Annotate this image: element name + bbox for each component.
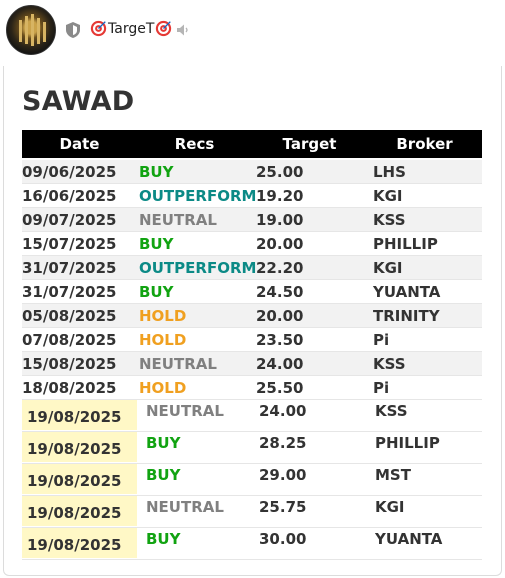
cell-broker: KSS [375, 402, 408, 420]
table-row: 09/06/2025 BUY 25.00 LHS [22, 160, 482, 184]
cell-recommendation: BUY [139, 235, 174, 253]
cell-broker: MST [375, 466, 411, 484]
cell-target: 23.50 [256, 331, 304, 349]
cell-target: 25.50 [256, 379, 304, 397]
table-row: 07/08/2025 HOLD 23.50 Pi [22, 328, 482, 352]
cell-recommendation: HOLD [139, 307, 187, 325]
header-broker: Broker [396, 135, 453, 153]
cell-broker: PHILLIP [373, 235, 438, 253]
cell-target: 19.20 [256, 187, 304, 205]
cell-date: 19/08/2025 [27, 472, 122, 490]
cell-recommendation: HOLD [139, 331, 187, 349]
cell-broker: Pi [373, 331, 390, 349]
cell-recommendation: OUTPERFORM [139, 259, 257, 277]
table-row: 05/08/2025 HOLD 20.00 TRINITY [22, 304, 482, 328]
header-recs: Recs [174, 135, 215, 153]
cell-date: 07/08/2025 [22, 331, 117, 349]
cell-target: 20.00 [256, 235, 304, 253]
table-row: 15/07/2025 BUY 20.00 PHILLIP [22, 232, 482, 256]
table-row: 31/07/2025 OUTPERFORM 22.20 KGI [22, 256, 482, 280]
cell-date: 19/08/2025 [27, 408, 122, 426]
shield-icon [66, 22, 80, 38]
cell-recommendation: NEUTRAL [139, 355, 217, 373]
cell-target: 30.00 [259, 530, 307, 548]
table-row: 19/08/2025 NEUTRAL 24.00 KSS [22, 400, 482, 432]
cell-recommendation: NEUTRAL [139, 211, 217, 229]
cell-recommendation: NEUTRAL [146, 402, 224, 420]
cell-target: 19.00 [256, 211, 304, 229]
cell-recommendation: NEUTRAL [146, 498, 224, 516]
table-row: 19/08/2025 BUY 28.25 PHILLIP [22, 432, 482, 464]
cell-target: 22.20 [256, 259, 304, 277]
table-row: 09/07/2025 NEUTRAL 19.00 KSS [22, 208, 482, 232]
channel-header: TargeT [0, 0, 505, 62]
cell-date: 15/08/2025 [22, 355, 117, 373]
cell-recommendation: BUY [146, 530, 181, 548]
header-target: Target [282, 135, 337, 153]
cell-broker: Pi [373, 379, 390, 397]
cell-broker: KGI [375, 498, 405, 516]
cell-target: 28.25 [259, 434, 307, 452]
cell-recommendation: BUY [146, 434, 181, 452]
cell-target: 25.00 [256, 163, 304, 181]
cell-target: 20.00 [256, 307, 304, 325]
cell-date: 19/08/2025 [27, 536, 122, 554]
cell-broker: KGI [373, 259, 403, 277]
cell-target: 29.00 [259, 466, 307, 484]
cell-target: 24.00 [256, 355, 304, 373]
cell-broker: TRINITY [373, 307, 440, 325]
target-icon [156, 20, 172, 37]
channel-avatar[interactable] [6, 5, 56, 55]
cell-date: 15/07/2025 [22, 235, 117, 253]
cell-recommendation: BUY [146, 466, 181, 484]
cell-date: 31/07/2025 [22, 283, 117, 301]
cell-recommendation: HOLD [139, 379, 187, 397]
target-icon [90, 20, 107, 37]
cell-recommendation: BUY [139, 163, 174, 181]
cell-target: 24.00 [259, 402, 307, 420]
table-row: 19/08/2025 BUY 29.00 MST [22, 464, 482, 496]
table-row: 31/07/2025 BUY 24.50 YUANTA [22, 280, 482, 304]
cell-broker: PHILLIP [375, 434, 440, 452]
table-row: 16/06/2025 OUTPERFORM 19.20 KGI [22, 184, 482, 208]
cell-date: 09/07/2025 [22, 211, 117, 229]
cell-broker: KSS [373, 355, 406, 373]
cell-broker: KSS [373, 211, 406, 229]
cell-date: 05/08/2025 [22, 307, 117, 325]
table-header: Date Recs Target Broker [22, 130, 482, 158]
cell-date: 19/08/2025 [27, 440, 122, 458]
table-row: 15/08/2025 NEUTRAL 24.00 KSS [22, 352, 482, 376]
cell-date: 18/08/2025 [22, 379, 117, 397]
cell-broker: YUANTA [373, 283, 441, 301]
cell-date: 19/08/2025 [27, 504, 122, 522]
stock-title: SAWAD [22, 86, 135, 117]
cell-date: 31/07/2025 [22, 259, 117, 277]
cell-broker: YUANTA [375, 530, 443, 548]
cell-target: 24.50 [256, 283, 304, 301]
row-divider [22, 559, 482, 560]
cell-date: 09/06/2025 [22, 163, 117, 181]
table-row: 18/08/2025 HOLD 25.50 Pi [22, 376, 482, 400]
cell-recommendation: BUY [139, 283, 174, 301]
cell-date: 16/06/2025 [22, 187, 117, 205]
speaker-muted-icon[interactable] [176, 23, 190, 37]
channel-name-text: TargeT [108, 20, 155, 37]
cell-broker: KGI [373, 187, 403, 205]
cell-broker: LHS [373, 163, 406, 181]
cell-target: 25.75 [259, 498, 307, 516]
cell-recommendation: OUTPERFORM [139, 187, 257, 205]
table-row: 19/08/2025 NEUTRAL 25.75 KGI [22, 496, 482, 528]
channel-name[interactable]: TargeT [90, 20, 172, 37]
table-row: 19/08/2025 BUY 30.00 YUANTA [22, 528, 482, 560]
header-date: Date [59, 135, 100, 153]
